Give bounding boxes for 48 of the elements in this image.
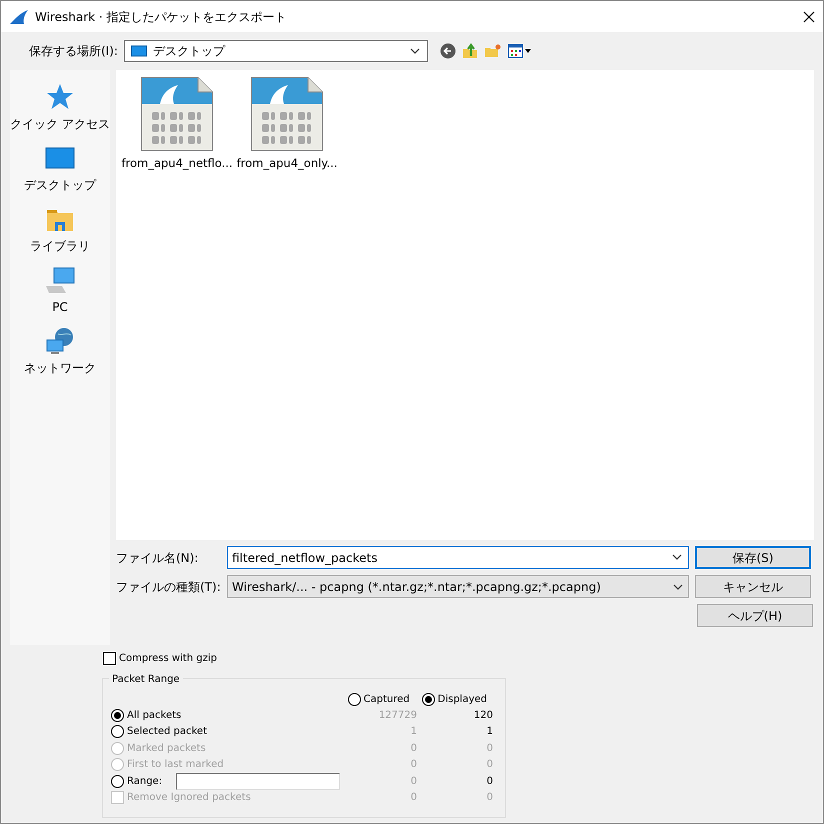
sidebar-item[interactable]: クイック アクセス (10, 76, 110, 137)
desktop-icon (130, 45, 147, 57)
compress-checkbox[interactable]: Compress with gzip (103, 651, 823, 666)
group-title: Packet Range (109, 672, 183, 687)
file-name-field[interactable]: filtered_netflow_packets (227, 546, 689, 569)
table-cell-text: 120 (472, 708, 493, 723)
file-item[interactable]: from_apu4_netflo... (122, 76, 232, 172)
sidebar-item[interactable]: デスクトップ (24, 137, 96, 198)
view-menu-icon[interactable] (508, 43, 532, 59)
window-title: Wireshark · 指定したパケットをエクスポート (35, 8, 287, 26)
sidebar-item[interactable]: ネットワーク (24, 320, 96, 381)
back-icon[interactable] (440, 43, 456, 59)
new-folder-icon[interactable] (484, 43, 502, 59)
radio-button[interactable]: All packets (111, 708, 182, 723)
radio-button[interactable]: Displayed (422, 692, 487, 707)
close-icon[interactable] (803, 10, 815, 22)
location-label: 保存する場所(I): (29, 43, 118, 60)
table-cell-text: 0 (486, 774, 493, 789)
file-name-label: ファイル名(N): (116, 550, 200, 566)
table-cell-text: 0 (410, 791, 417, 806)
location-dropdown[interactable]: デスクトップ (124, 40, 428, 62)
table-cell-text: 0 (486, 758, 493, 772)
table-cell-text: 0 (486, 791, 493, 806)
dialog-button[interactable]: 保存(S) (695, 546, 811, 569)
sidebar-item[interactable]: ライブラリ (30, 198, 90, 259)
document-icon (140, 76, 214, 152)
table-cell-text: 1 (486, 725, 493, 740)
computer-icon (44, 265, 76, 295)
table-cell-text: 127729 (378, 708, 417, 723)
dialog-button[interactable]: ヘルプ(H) (697, 604, 813, 627)
range-field[interactable] (176, 772, 340, 790)
dialog-button[interactable]: キャンセル (695, 575, 811, 598)
radio-button[interactable]: Captured (348, 692, 410, 707)
radio-button[interactable]: Selected packet (111, 724, 208, 740)
radio-button[interactable]: Range: (111, 774, 162, 789)
table-cell-text: 1 (410, 725, 417, 740)
up-folder-icon[interactable] (462, 43, 478, 59)
file-type-label: ファイルの種類(T): (116, 578, 222, 596)
sidebar-item[interactable]: PC (44, 259, 76, 320)
table-cell-text: 0 (410, 758, 417, 772)
table-cell-text: 0 (410, 742, 417, 756)
file-type-dropdown[interactable]: Wireshark/... - pcapng (*.ntar.gz;*.ntar;*.pcapng.gz;*.pcapng) (227, 575, 689, 598)
table-cell-text: 0 (486, 742, 493, 756)
network-icon (44, 326, 76, 356)
document-icon (250, 76, 324, 152)
table-cell-text: 0 (410, 774, 417, 789)
shark-fin-icon (9, 8, 29, 24)
file-item[interactable]: from_apu4_only... (232, 76, 342, 172)
